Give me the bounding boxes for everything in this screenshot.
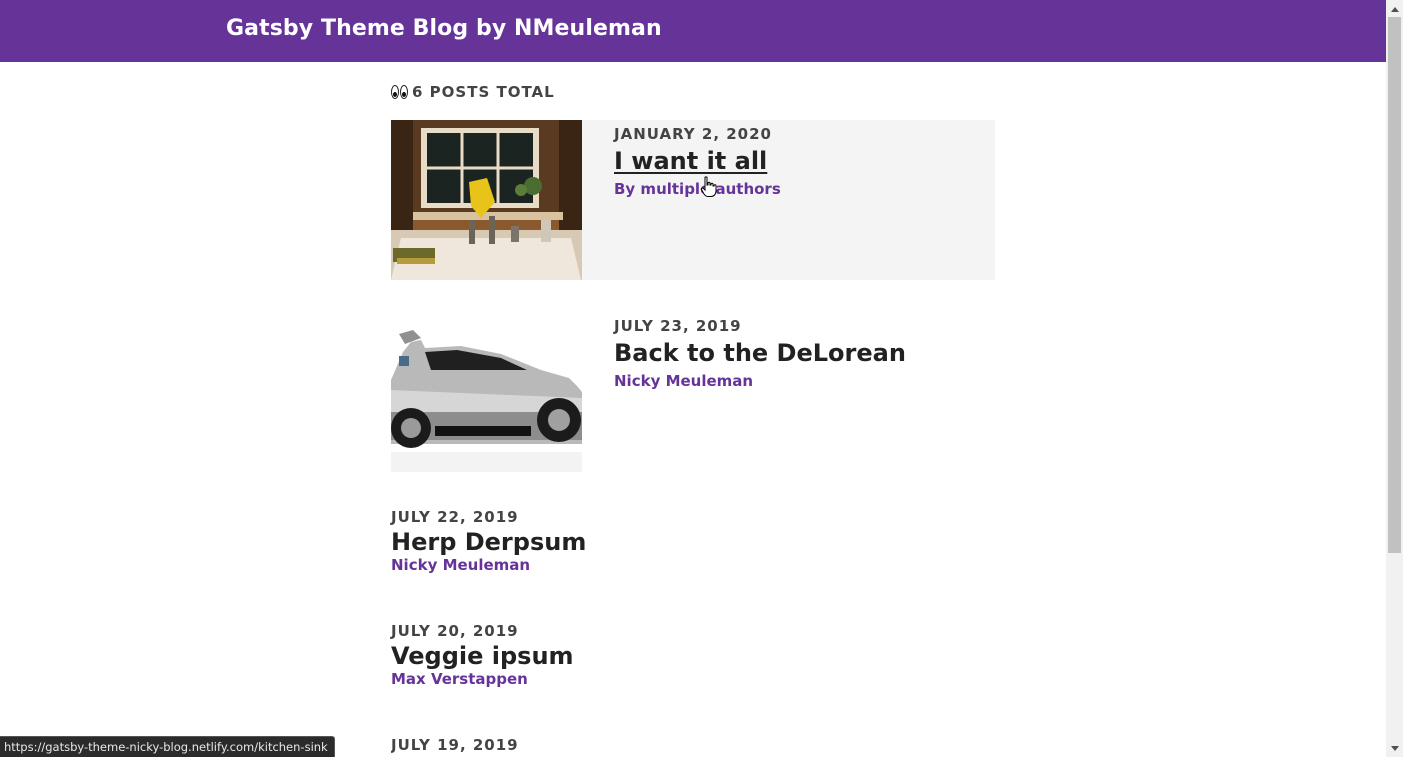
post-meta: JANUARY 2, 2020 I want it all By multipl… (614, 125, 781, 198)
link-url-status-bar: https://gatsby-theme-nicky-blog.netlify.… (0, 736, 335, 757)
scroll-down-arrow-icon[interactable] (1386, 740, 1403, 757)
post-meta: JULY 23, 2019 Back to the DeLorean Nicky… (614, 317, 906, 390)
post-meta: JULY 19, 2019 (391, 736, 519, 754)
post-card[interactable]: JANUARY 2, 2020 I want it all By multipl… (391, 120, 995, 280)
site-title-link[interactable]: Gatsby Theme Blog by NMeuleman (226, 16, 662, 41)
post-title-link[interactable]: Herp Derpsum (391, 528, 586, 556)
post-author-link[interactable]: Nicky Meuleman (614, 372, 906, 390)
post-card[interactable]: JULY 19, 2019 (391, 736, 995, 757)
post-thumbnail-kitchen-sink[interactable] (391, 120, 582, 280)
post-card[interactable]: JULY 20, 2019 Veggie ipsum Max Verstappe… (391, 622, 995, 702)
posts-total-heading: 6 POSTS TOTAL (391, 82, 555, 102)
post-card[interactable]: JULY 23, 2019 Back to the DeLorean Nicky… (391, 312, 995, 472)
eyes-emoji-icon (391, 85, 409, 99)
vertical-scrollbar[interactable] (1386, 0, 1403, 757)
post-title-link[interactable]: Veggie ipsum (391, 642, 574, 670)
post-title-link[interactable]: Back to the DeLorean (614, 339, 906, 367)
post-meta: JULY 20, 2019 Veggie ipsum Max Verstappe… (391, 622, 574, 688)
post-date: JULY 22, 2019 (391, 508, 519, 526)
site-header: Gatsby Theme Blog by NMeuleman (0, 0, 1386, 62)
posts-total-label: 6 POSTS TOTAL (412, 83, 555, 101)
post-title-link[interactable]: I want it all (614, 147, 767, 175)
post-date: JULY 23, 2019 (614, 317, 742, 335)
post-meta: JULY 22, 2019 Herp Derpsum Nicky Meulema… (391, 508, 586, 574)
scrollbar-thumb[interactable] (1388, 17, 1401, 553)
post-author-link[interactable]: Nicky Meuleman (391, 556, 586, 574)
post-card[interactable]: JULY 22, 2019 Herp Derpsum Nicky Meulema… (391, 508, 995, 588)
post-thumbnail-delorean[interactable] (391, 312, 582, 472)
post-date: JULY 20, 2019 (391, 622, 519, 640)
post-date: JANUARY 2, 2020 (614, 125, 772, 143)
post-author-link[interactable]: By multiple authors (614, 180, 781, 198)
post-date: JULY 19, 2019 (391, 736, 519, 754)
scroll-up-arrow-icon[interactable] (1386, 0, 1403, 17)
post-author-link[interactable]: Max Verstappen (391, 670, 574, 688)
